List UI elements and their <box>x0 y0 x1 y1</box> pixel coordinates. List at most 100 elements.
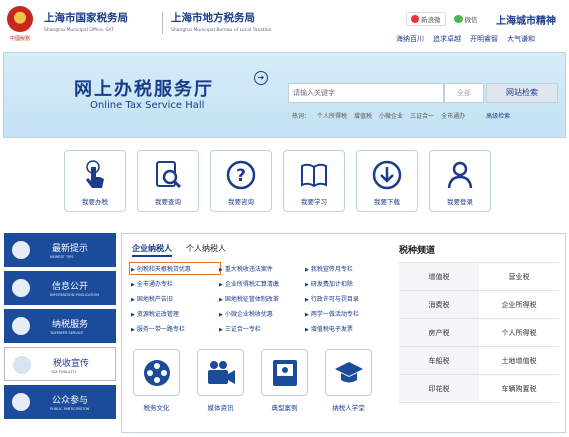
wechat-label[interactable]: 微信 <box>465 14 478 24</box>
weibo-button[interactable]: 新浪微 <box>406 12 446 26</box>
tab-enterprise[interactable]: 企业纳税人 <box>132 243 172 257</box>
tile-download[interactable]: 我要下载 <box>356 150 418 212</box>
feature-tiles: 税务文化 媒体资讯 典型案例 纳税人学堂 <box>133 349 372 412</box>
feature-tax-culture[interactable]: 税务文化 <box>133 349 180 412</box>
channel-link[interactable]: 车船税 <box>399 347 479 375</box>
nav-item-taxpayer-service[interactable]: 纳税服务 TAXPAYER SERVICE <box>4 309 116 343</box>
channel-link[interactable]: 个人所得税 <box>479 319 559 347</box>
tile-consult[interactable]: ? 我要咨询 <box>210 150 272 212</box>
tile-query[interactable]: 我要查询 <box>137 150 199 212</box>
topic-link[interactable]: ▶ 国地税征管体制改革 <box>219 294 305 303</box>
topic-link[interactable]: ▶ 研发费加计扣除 <box>305 279 391 288</box>
local-tax-block[interactable]: 上海市地方税务局 Shanghai Municipal Bureau of Lo… <box>171 10 271 33</box>
triangle-bullet-icon: ▶ <box>305 267 309 273</box>
search-scope-select[interactable]: 全部 <box>444 83 484 103</box>
nav-label-en: TAX PUBLICITY <box>51 370 77 374</box>
question-icon: ? <box>226 160 256 190</box>
service-hall-banner: 网上办税服务厅 Online Tax Service Hall ➔ 全部 网站检… <box>3 52 566 138</box>
enter-arrow-icon[interactable]: ➔ <box>254 71 268 85</box>
nav-item-public-participation[interactable]: 公众参与 PUBLIC PARTICIPATION <box>4 385 116 419</box>
triangle-bullet-icon: ▶ <box>131 282 135 288</box>
feature-label: 媒体资讯 <box>207 404 234 412</box>
feature-taxpayer-school[interactable]: 纳税人学堂 <box>325 349 372 412</box>
triangle-bullet-icon: ▶ <box>131 312 135 318</box>
city-spirit-links: 海纳百川 追求卓越 开明睿智 大气谦和 <box>396 34 535 44</box>
nav-item-tax-publicity[interactable]: 税收宣传 TAX PUBLICITY <box>4 347 116 381</box>
nav-label: 税收宣传 <box>53 359 90 369</box>
banner-title-en: Online Tax Service Hall <box>90 100 205 111</box>
topic-link[interactable]: ▶ 小微企业税收优惠 <box>219 309 305 318</box>
channel-link[interactable]: 营业税 <box>479 263 559 291</box>
feature-typical-cases[interactable]: 典型案例 <box>261 349 308 412</box>
topic-link[interactable]: ▶ 服务一带一路专栏 <box>131 324 219 333</box>
tile-login[interactable]: 我要登录 <box>429 150 491 212</box>
topic-link[interactable]: ▶ 两学一做活动专栏 <box>305 309 391 318</box>
channel-link[interactable]: 房产税 <box>399 319 479 347</box>
feature-label: 典型案例 <box>271 404 298 412</box>
topic-link[interactable]: ▶ 创税和天根税贷优惠 <box>129 262 221 275</box>
state-tax-block[interactable]: 上海市国家税务局 Shanghai Municipal Office, SAT <box>44 10 128 33</box>
topic-link-text: 全市通办专栏 <box>136 281 173 288</box>
channel-link[interactable]: 企业所得税 <box>479 291 559 319</box>
nav-item-newest-tips[interactable]: 最新提示 NEWEST TIPS <box>4 233 116 267</box>
topic-link-text: 小微企业税收优惠 <box>224 311 273 318</box>
channel-link[interactable]: 土地增值税 <box>479 347 559 375</box>
topic-link-text: 两学一做活动专栏 <box>310 311 359 318</box>
advanced-search-link[interactable]: 高级检索 <box>486 111 510 120</box>
topic-link[interactable]: ▶ 重大税收违法案件 <box>219 264 305 273</box>
header-divider <box>162 12 163 34</box>
banner-title[interactable]: 网上办税服务厅 <box>74 75 214 101</box>
hot-word-link[interactable]: 全市通办 <box>441 111 465 120</box>
city-link[interactable]: 追求卓越 <box>433 34 461 44</box>
search-input[interactable] <box>288 83 444 103</box>
topic-link[interactable]: ▶ 全市通办专栏 <box>131 279 219 288</box>
channel-title: 税种频道 <box>399 246 436 256</box>
topic-link[interactable]: ▶ 资源税证改管理 <box>131 309 219 318</box>
hot-word-link[interactable]: 三证合一 <box>410 111 434 120</box>
channel-link[interactable]: 消费税 <box>399 291 479 319</box>
tile-learn[interactable]: 我要学习 <box>283 150 345 212</box>
triangle-bullet-icon: ▶ <box>219 267 223 273</box>
tile-label: 我要咨询 <box>228 198 254 206</box>
triangle-bullet-icon: ▶ <box>305 327 309 333</box>
topic-link-text: 增值税电子发票 <box>310 326 353 333</box>
topic-link-text: 行政许可与罚目录 <box>310 296 359 303</box>
hot-words-label: 热词： <box>292 113 311 120</box>
nav-label: 纳税服务 <box>52 320 89 330</box>
topic-link[interactable]: ▶ 企业所得税汇算清缴 <box>219 279 305 288</box>
topic-links: ▶ 创税和天根税贷优惠 ▶ 重大税收违法案件 ▶ 我税宣传月专栏 ▶ 全市通办专栏 ▶ 企… <box>129 262 391 333</box>
weibo-label: 新浪微 <box>421 16 441 24</box>
channel-link[interactable]: 车辆购置税 <box>479 375 559 403</box>
search-button[interactable]: 网站检索 <box>486 83 558 103</box>
magnifier-icon <box>156 161 182 189</box>
channel-link[interactable]: 印花税 <box>399 375 479 403</box>
tile-label: 我要下载 <box>374 198 400 206</box>
triangle-bullet-icon: ▶ <box>219 297 223 303</box>
city-link[interactable]: 海纳百川 <box>396 34 424 44</box>
hot-word-link[interactable]: 增值税 <box>354 111 372 120</box>
topic-link[interactable]: ▶ 国地税产告旧 <box>131 294 219 303</box>
nav-item-info-disclosure[interactable]: 信息公开 INFORMATION PUBLICATION <box>4 271 116 305</box>
state-tax-title: 上海市国家税务局 <box>44 12 128 24</box>
city-link[interactable]: 大气谦和 <box>507 34 535 44</box>
nav-label: 信息公开 <box>52 282 89 292</box>
wechat-icon[interactable] <box>453 15 463 23</box>
tab-individual[interactable]: 个人纳税人 <box>186 243 226 257</box>
topic-link[interactable]: ▶ 增值税电子发票 <box>305 324 391 333</box>
hot-words: 热词： 个人所得税 增值税 小微企业 三证合一 全市通办 高级检索 <box>292 111 510 120</box>
city-link[interactable]: 开明睿智 <box>470 34 498 44</box>
tile-tax-filing[interactable]: 我要办税 <box>64 150 126 212</box>
content-panel: 企业纳税人 个人纳税人 ▶ 创税和天根税贷优惠 ▶ 重大税收违法案件 ▶ 我税宣传月专… <box>121 233 566 433</box>
hot-word-link[interactable]: 个人所得税 <box>317 111 347 120</box>
topic-link[interactable]: ▶ 我税宣传月专栏 <box>305 264 391 273</box>
feature-media-news[interactable]: 媒体资讯 <box>197 349 244 412</box>
topic-link[interactable]: ▶ 三证合一专栏 <box>219 324 305 333</box>
topic-link[interactable]: ▶ 行政许可与罚目录 <box>305 294 391 303</box>
page: 中國稅務 上海市国家税务局 Shanghai Municipal Office,… <box>0 0 569 437</box>
svg-text:?: ? <box>236 166 246 186</box>
hot-word-link[interactable]: 小微企业 <box>379 111 403 120</box>
channel-link[interactable]: 增值税 <box>399 263 479 291</box>
triangle-bullet-icon: ▶ <box>219 327 223 333</box>
topic-link-text: 资源税证改管理 <box>136 311 179 318</box>
service-tiles: 我要办税 我要查询 ? 我要咨询 我要学习 我要下载 我要登录 <box>64 150 491 212</box>
